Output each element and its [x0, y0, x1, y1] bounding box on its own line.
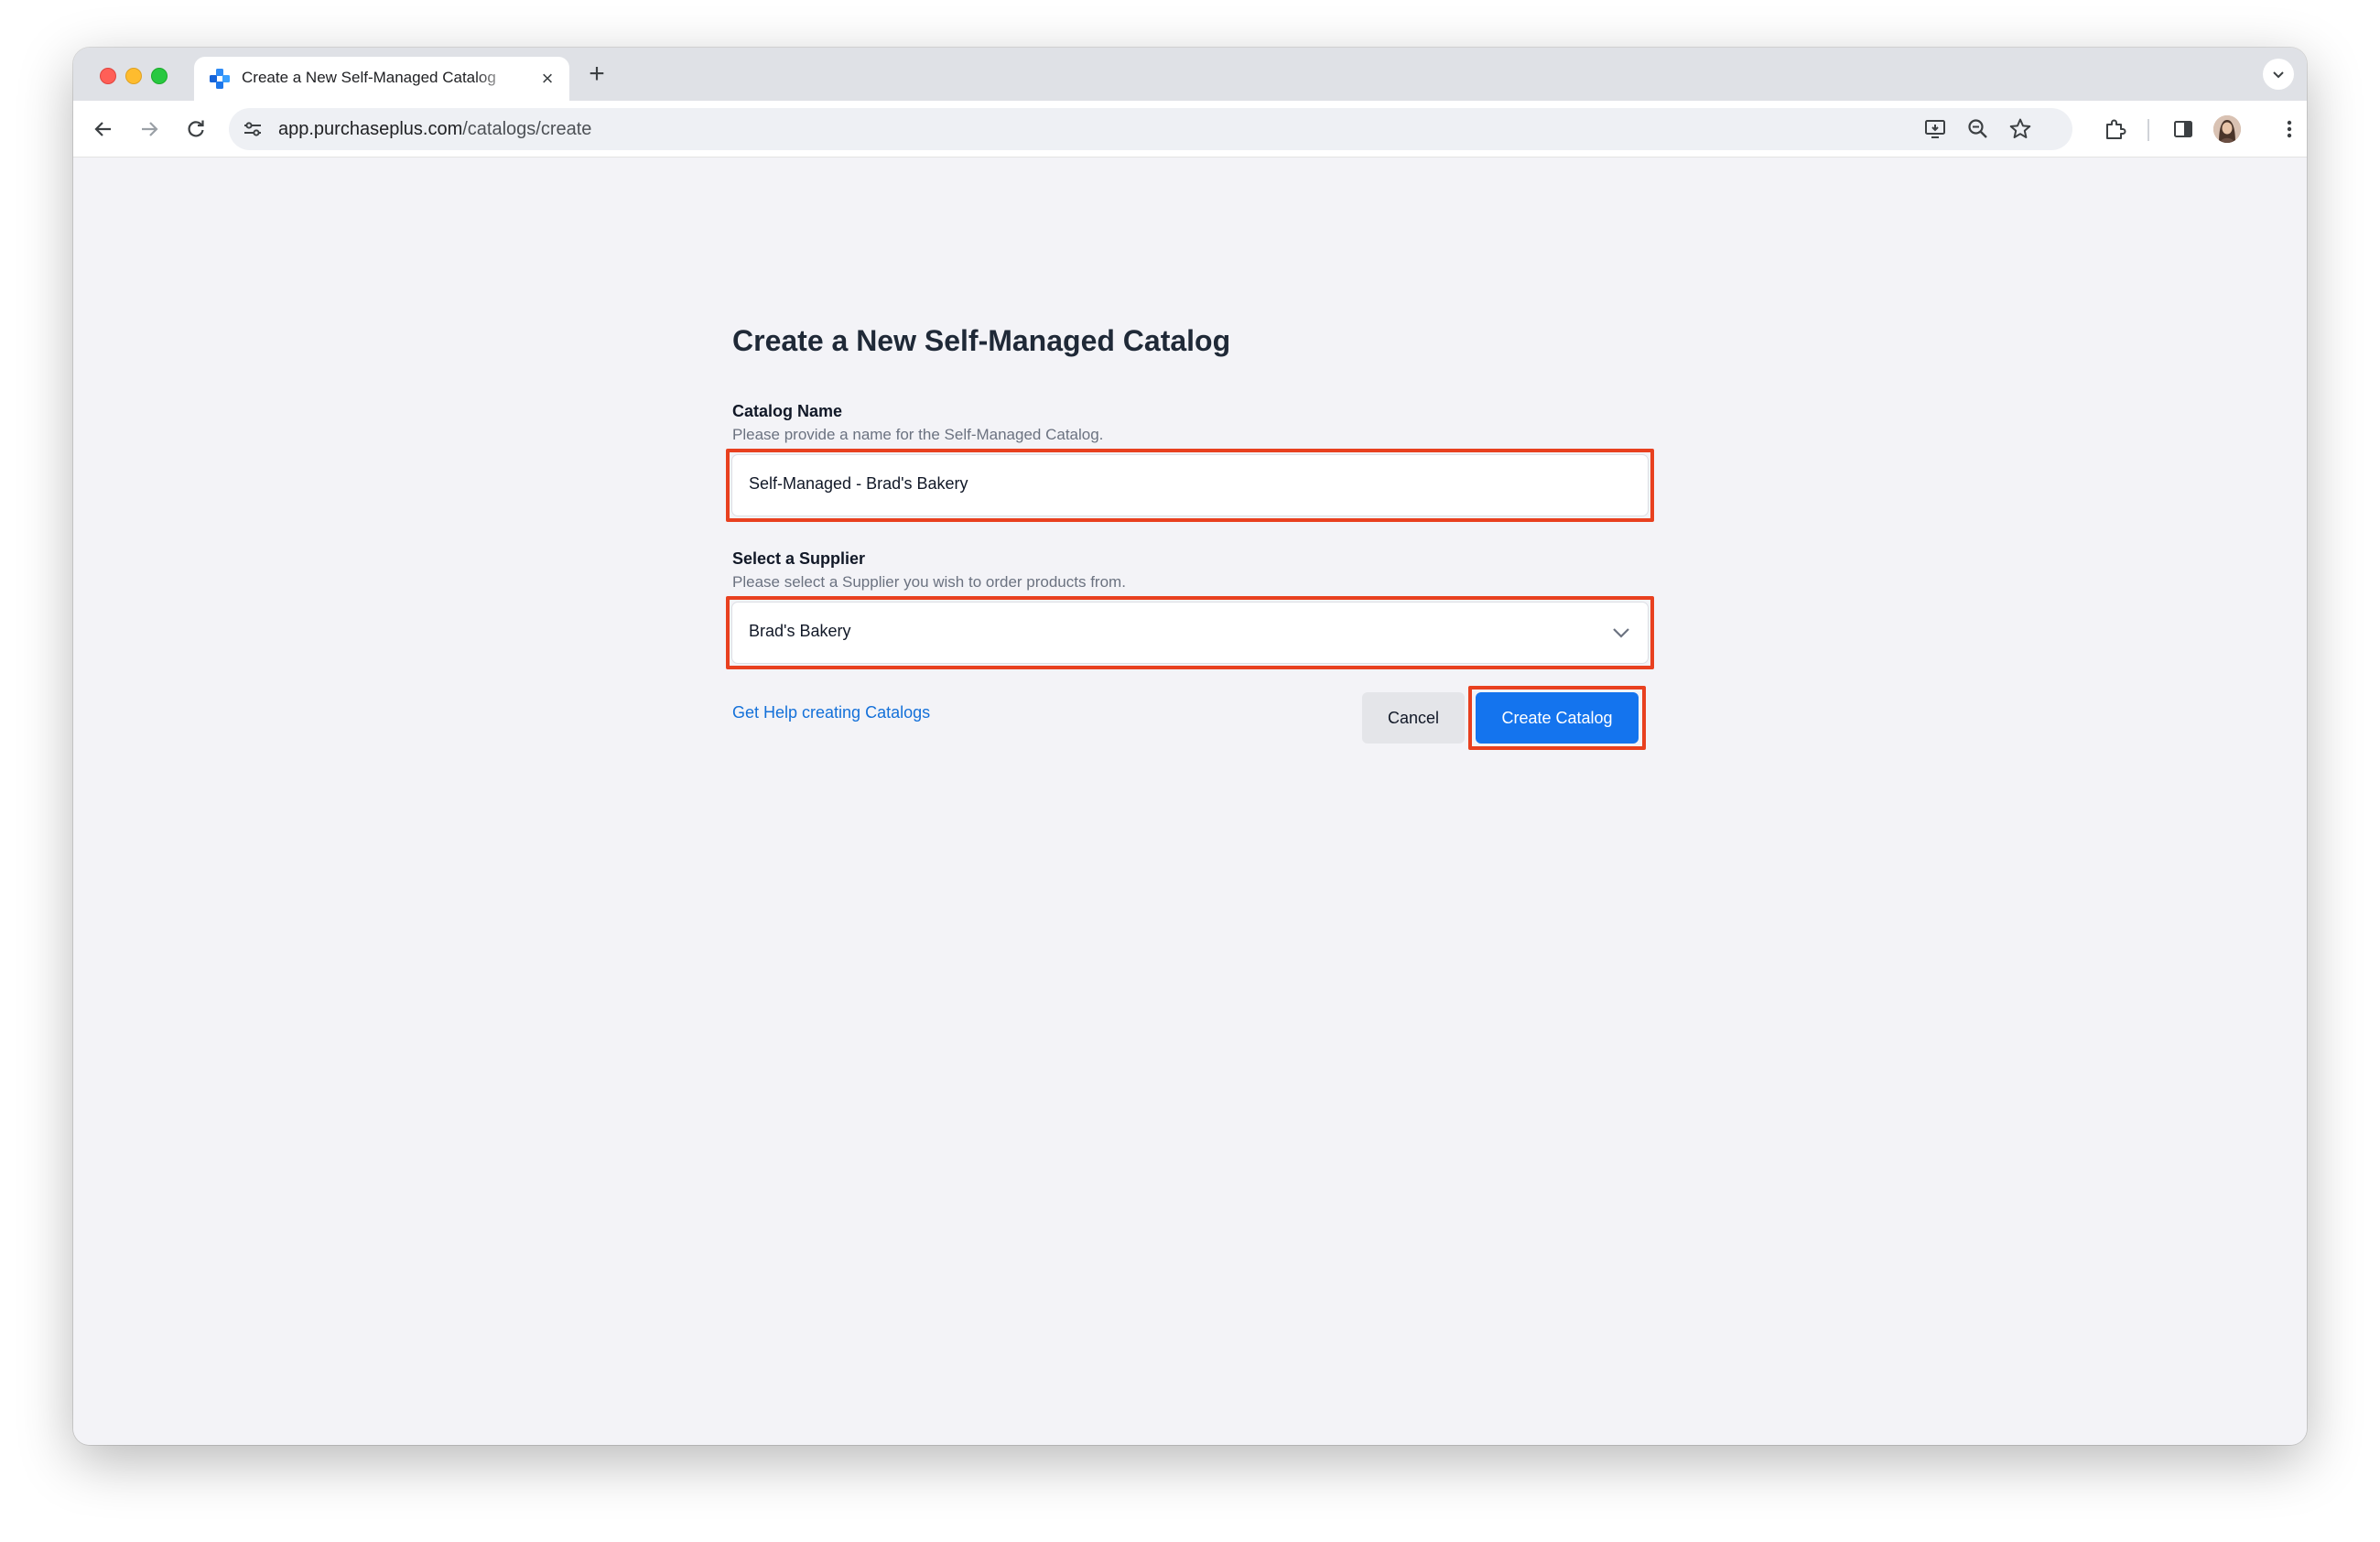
- supplier-value: Brad's Bakery: [749, 622, 851, 640]
- site-settings-icon[interactable]: [242, 118, 264, 140]
- page-title: Create a New Self-Managed Catalog: [732, 324, 1231, 357]
- url-host: app.purchaseplus.com: [278, 119, 463, 139]
- url-path: /catalogs/create: [462, 119, 592, 139]
- profile-avatar[interactable]: [2213, 115, 2241, 143]
- browser-toolbar: app.purchaseplus.com/catalogs/create: [73, 101, 2307, 157]
- tab-search-icon[interactable]: [2263, 59, 2294, 90]
- supplier-select[interactable]: Brad's Bakery: [732, 603, 1648, 663]
- help-creating-catalogs-link[interactable]: Get Help creating Catalogs: [732, 703, 930, 722]
- forward-arrow-icon[interactable]: [134, 114, 165, 145]
- tab-strip: Create a New Self-Managed Catalog × +: [73, 48, 2307, 101]
- supplier-help: Please select a Supplier you wish to ord…: [732, 573, 1126, 591]
- tab-active[interactable]: Create a New Self-Managed Catalog ×: [194, 57, 569, 101]
- reload-icon[interactable]: [180, 114, 211, 145]
- zoom-icon[interactable]: [1966, 117, 1990, 141]
- install-app-icon[interactable]: [1924, 117, 1948, 141]
- close-window-button[interactable]: [100, 68, 116, 84]
- minimize-window-button[interactable]: [125, 68, 142, 84]
- create-catalog-button[interactable]: Create Catalog: [1476, 692, 1639, 744]
- side-panel-icon[interactable]: [2168, 114, 2199, 145]
- tab-close-icon[interactable]: ×: [536, 68, 558, 90]
- address-bar[interactable]: app.purchaseplus.com/catalogs/create: [229, 108, 2072, 150]
- browser-window: Create a New Self-Managed Catalog × + ap…: [73, 48, 2307, 1445]
- supplier-label: Select a Supplier: [732, 549, 866, 568]
- more-menu-icon[interactable]: [2274, 114, 2305, 145]
- catalog-name-value: Self-Managed - Brad's Bakery: [749, 474, 968, 493]
- catalog-name-input[interactable]: Self-Managed - Brad's Bakery: [732, 455, 1648, 516]
- catalog-name-help: Please provide a name for the Self-Manag…: [732, 426, 1104, 443]
- url-text[interactable]: app.purchaseplus.com/catalogs/create: [278, 119, 591, 140]
- chevron-down-icon: [1611, 623, 1631, 643]
- back-arrow-icon[interactable]: [88, 114, 119, 145]
- extensions-icon[interactable]: [2100, 114, 2131, 145]
- cancel-button[interactable]: Cancel: [1362, 692, 1465, 744]
- purchaseplus-favicon-icon: [209, 68, 231, 90]
- toolbar-divider: [2147, 119, 2149, 141]
- tab-title: Create a New Self-Managed Catalog: [242, 69, 496, 86]
- page-content: Create a New Self-Managed Catalog Catalo…: [73, 158, 2307, 1445]
- catalog-name-label: Catalog Name: [732, 402, 843, 420]
- maximize-window-button[interactable]: [151, 68, 168, 84]
- new-tab-button[interactable]: +: [582, 60, 611, 90]
- bookmark-star-icon[interactable]: [2008, 117, 2032, 141]
